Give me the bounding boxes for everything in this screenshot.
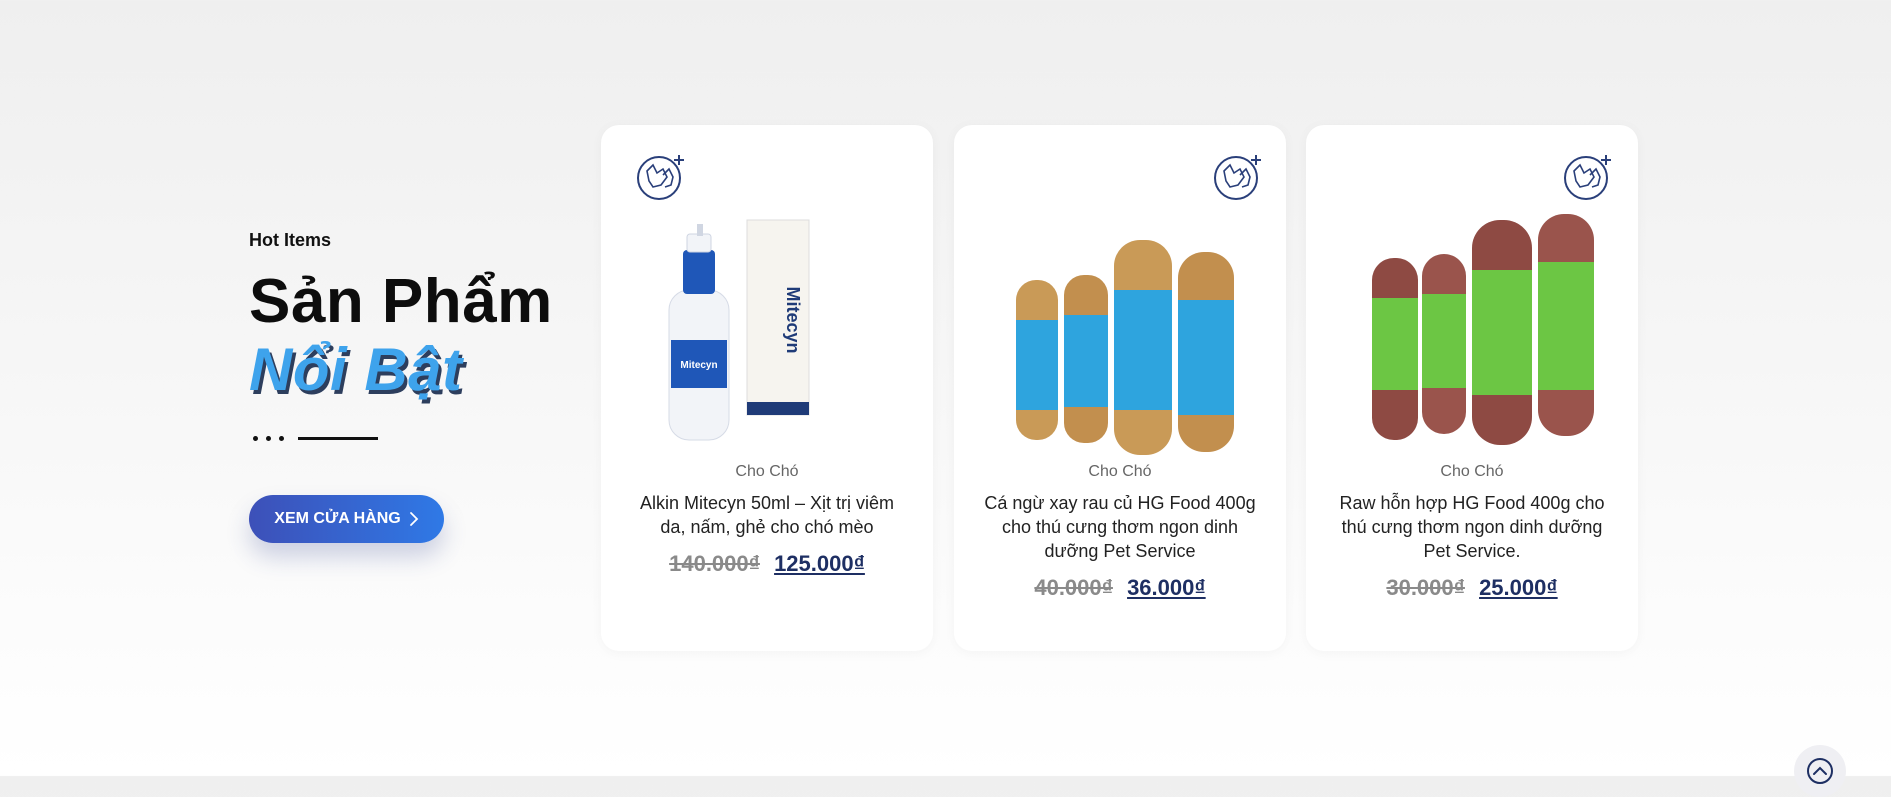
svg-text:Mitecyn: Mitecyn xyxy=(783,286,803,353)
product-name[interactable]: Raw hỗn hợp HG Food 400g cho thú cưng th… xyxy=(1330,491,1614,563)
sale-price: 25.000₫ xyxy=(1479,575,1558,600)
product-price: 30.000₫ 25.000₫ xyxy=(1306,575,1638,601)
product-name[interactable]: Alkin Mitecyn 50ml – Xịt trị viêm da, nấ… xyxy=(625,491,909,539)
product-card[interactable]: Cho Chó Raw hỗn hợp HG Food 400g cho thú… xyxy=(1306,125,1638,651)
view-shop-button[interactable]: XEM CỬA HÀNG xyxy=(249,495,444,543)
divider-dot xyxy=(253,436,258,441)
raw-mixed-rolls-image xyxy=(1372,214,1594,445)
product-card[interactable]: Mitecyn Mitecyn Cho Chó Alkin Mitecyn 50… xyxy=(601,125,933,651)
product-card[interactable]: Cho Chó Cá ngừ xay rau củ HG Food 400g c… xyxy=(954,125,1286,651)
product-name[interactable]: Cá ngừ xay rau củ HG Food 400g cho thú c… xyxy=(978,491,1262,563)
section-title-line2: Nổi Bật xyxy=(249,336,463,404)
section-title-line1: Sản Phẩm xyxy=(249,267,553,336)
old-price: 40.000₫ xyxy=(1034,575,1113,600)
product-price: 40.000₫ 36.000₫ xyxy=(954,575,1286,601)
chevron-right-icon xyxy=(409,512,419,526)
divider-dot xyxy=(279,436,284,441)
old-price: 30.000₫ xyxy=(1386,575,1465,600)
divider-line xyxy=(298,437,378,440)
product-category: Cho Chó xyxy=(1088,463,1152,480)
product-category: Cho Chó xyxy=(1440,463,1504,480)
sale-price: 125.000₫ xyxy=(774,551,865,576)
spray-bottle-and-box-image: Mitecyn Mitecyn xyxy=(668,219,810,441)
sale-price: 36.000₫ xyxy=(1127,575,1206,600)
featured-intro: Hot Items Sản Phẩm Nổi Bật XEM CỬA HÀNG xyxy=(249,230,589,543)
view-shop-label: XEM CỬA HÀNG xyxy=(274,510,401,527)
tuna-sausage-rolls-image xyxy=(1016,240,1234,455)
old-price: 140.000₫ xyxy=(669,551,760,576)
chevron-up-icon xyxy=(1807,758,1833,784)
product-price: 140.000₫ 125.000₫ xyxy=(601,551,933,577)
back-to-top-button[interactable] xyxy=(1794,745,1846,797)
section-eyebrow: Hot Items xyxy=(249,230,332,250)
divider-dot xyxy=(266,436,271,441)
svg-text:Mitecyn: Mitecyn xyxy=(680,360,717,371)
title-divider xyxy=(253,436,378,441)
product-category: Cho Chó xyxy=(735,463,799,480)
